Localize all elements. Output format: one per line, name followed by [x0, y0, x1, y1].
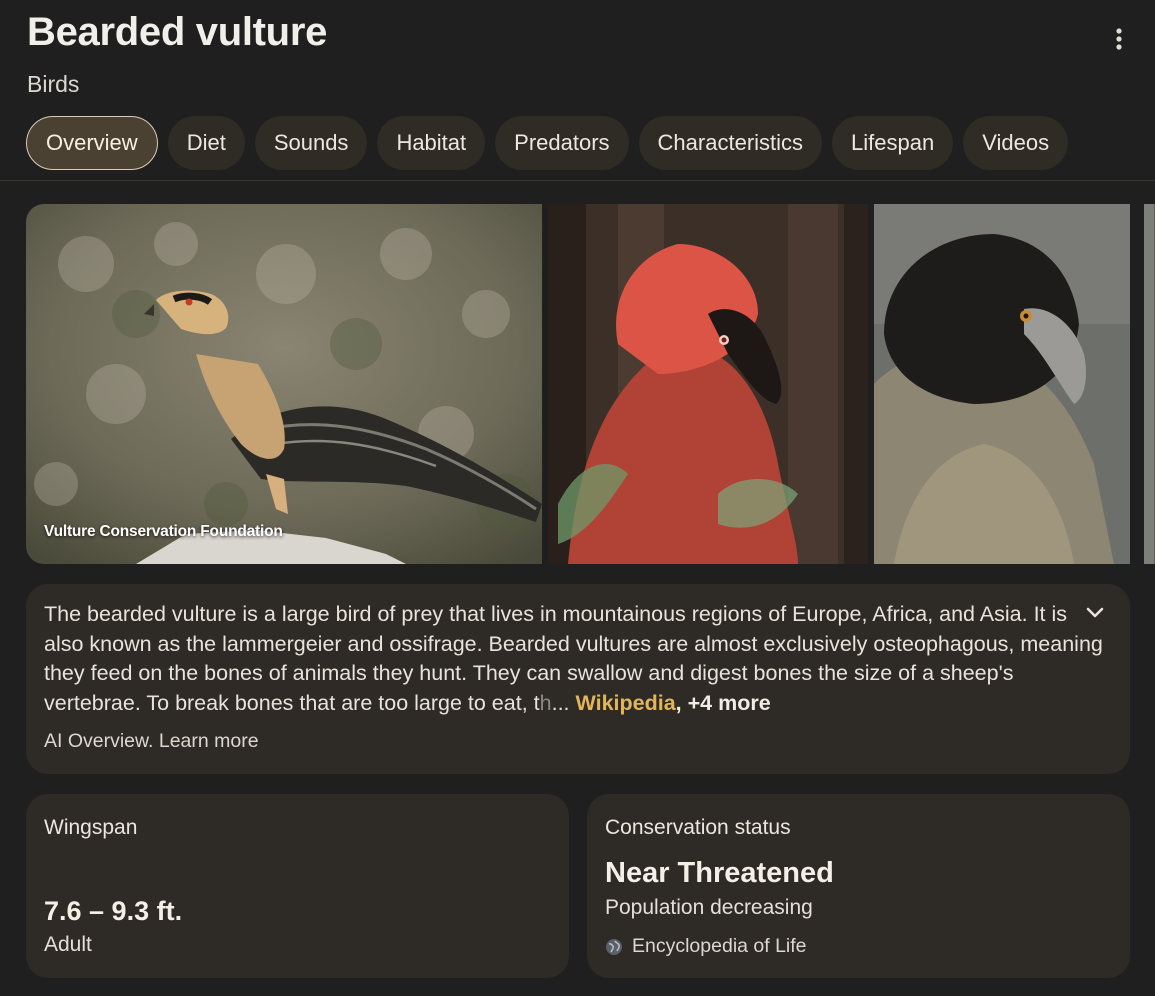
ai-overview-card: The bearded vulture is a large bird of p… [26, 584, 1130, 774]
wingspan-card[interactable]: Wingspan 7.6 – 9.3 ft. Adult [26, 794, 569, 978]
wingspan-qualifier: Adult [44, 933, 92, 956]
tab-predators[interactable]: Predators [495, 116, 629, 170]
header-divider [0, 180, 1155, 181]
page-title: Bearded vulture [27, 10, 328, 54]
conservation-value: Near Threatened [605, 857, 834, 889]
tab-bar: Overview Diet Sounds Habitat Predators C… [26, 116, 1069, 170]
globe-icon [606, 938, 622, 955]
wingspan-label: Wingspan [44, 816, 138, 839]
chevron-down-icon [1086, 607, 1104, 618]
wingspan-value: 7.6 – 9.3 ft. [44, 896, 183, 926]
tab-habitat[interactable]: Habitat [377, 116, 486, 170]
ai-overview-learn-more[interactable]: AI Overview. Learn more [44, 730, 259, 752]
wikipedia-link[interactable]: Wikipedia [576, 691, 676, 715]
more-sources-link[interactable]: , +4 more [676, 691, 771, 715]
tab-sounds[interactable]: Sounds [254, 116, 368, 170]
page-subtitle: Birds [27, 71, 80, 97]
tab-lifespan[interactable]: Lifespan [832, 116, 954, 170]
conservation-card[interactable]: Conservation status Near Threatened Popu… [587, 794, 1130, 978]
conservation-source[interactable]: Encyclopedia of Life [605, 935, 807, 958]
more-vertical-icon [1116, 28, 1122, 50]
description-faded-tail: h [539, 690, 552, 715]
photo-credit: Vulture Conservation Foundation [44, 523, 283, 540]
knowledge-panel: Bearded vulture Birds Overview Diet Soun… [0, 0, 1155, 996]
description-text: The bearded vulture is a large bird of p… [44, 600, 1104, 718]
vulture-photo-perched[interactable]: Vulture Conservation Foundation [26, 204, 542, 564]
population-trend: Population decreasing [605, 896, 813, 919]
tab-videos[interactable]: Videos [963, 116, 1069, 170]
description-ellipsis: ... [551, 690, 570, 715]
more-options-button[interactable] [1102, 22, 1136, 56]
vulture-photo-red[interactable] [548, 204, 868, 564]
vulture-photo-dark[interactable] [874, 204, 1138, 564]
ai-overview-label: AI Overview. Learn more [44, 730, 259, 753]
conservation-label: Conservation status [605, 816, 791, 839]
vulture-photo-partial[interactable] [1144, 204, 1155, 564]
conservation-source-label: Encyclopedia of Life [632, 935, 807, 957]
description-body: The bearded vulture is a large bird of p… [44, 602, 1103, 715]
tab-overview[interactable]: Overview [26, 116, 158, 170]
expand-button[interactable] [1080, 598, 1110, 628]
image-gallery: Vulture Conservation Foundation [26, 204, 1155, 564]
tab-characteristics[interactable]: Characteristics [638, 116, 823, 170]
tab-diet[interactable]: Diet [167, 116, 245, 170]
